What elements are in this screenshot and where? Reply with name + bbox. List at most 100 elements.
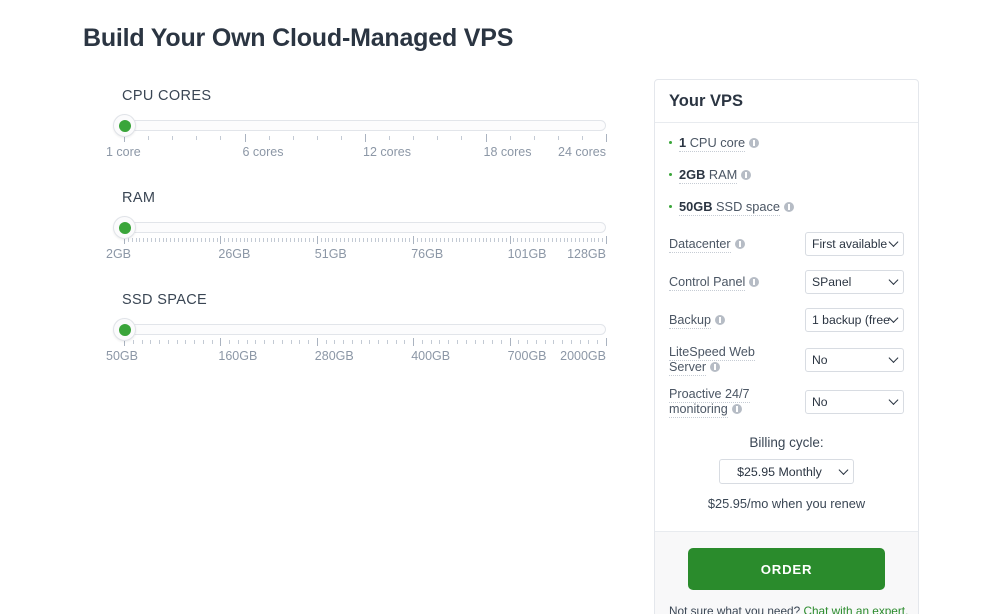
slider-tick-minor	[196, 136, 198, 140]
slider-tick-minor	[461, 136, 463, 140]
slider-tick-minor	[517, 238, 519, 242]
slider-tick-minor	[132, 340, 134, 344]
slider-tick-minor	[490, 238, 492, 242]
info-icon[interactable]	[749, 138, 760, 148]
slider-track-rail[interactable]	[120, 324, 606, 335]
select-litespeed[interactable]: No	[805, 348, 904, 372]
slider-tick-major	[365, 134, 366, 142]
slider-tick-label: 128GB	[567, 247, 606, 261]
slider-tick-minor	[474, 340, 476, 344]
select-datacenter[interactable]: First available	[805, 232, 904, 256]
slider-handle-ssd-space[interactable]	[113, 318, 136, 341]
slider-tick-minor	[177, 238, 179, 242]
spec-unit-cpu: CPU core	[689, 135, 746, 150]
slider-tick-minor	[409, 238, 411, 242]
slider-tick-minor	[255, 340, 257, 344]
slider-track-cpu-cores[interactable]: 1 core 6 cores 12 cores 18 cores 24 cores	[106, 114, 607, 159]
slider-label-cpu-cores: CPU CORES	[122, 88, 212, 104]
slider-tick-minor	[264, 340, 266, 344]
info-icon[interactable]	[741, 170, 752, 180]
slider-tick-minor	[432, 238, 434, 242]
info-icon[interactable]	[734, 238, 745, 249]
info-icon[interactable]	[731, 404, 742, 414]
slider-tick-minor	[417, 238, 419, 242]
select-monitoring[interactable]: No	[805, 390, 904, 414]
option-row-backup: Backup 1 backup (free	[669, 307, 904, 333]
slider-tick-minor	[185, 340, 187, 344]
slider-tick-minor	[147, 238, 149, 242]
slider-tick-minor	[158, 238, 160, 242]
option-label-text: Control Panel	[669, 274, 746, 291]
slider-tick-label: 18 cores	[483, 145, 532, 159]
slider-tick-minor	[235, 238, 237, 242]
slider-tick-minor	[369, 340, 371, 344]
slider-tick-minor	[282, 238, 284, 242]
slider-tick-minor	[579, 340, 581, 344]
slider-block-ram: RAM 2GB 26GB 51GB 76GB 101GB 128GB	[106, 190, 607, 261]
slider-tick-minor	[420, 238, 422, 242]
slider-tick-minor	[575, 238, 577, 242]
slider-tick-minor	[424, 238, 426, 242]
slider-tick-major	[244, 134, 246, 142]
slider-track-ssd-space[interactable]: 50GB 160GB 280GB 400GB 700GB 2000GB	[106, 318, 607, 363]
slider-track-ram[interactable]: 2GB 26GB 51GB 76GB 101GB 128GB	[106, 216, 607, 261]
info-icon[interactable]	[715, 314, 726, 325]
info-icon[interactable]	[710, 362, 721, 372]
slider-tick-minor	[455, 238, 457, 242]
slider-tick-minor	[570, 340, 572, 344]
select-value-control-panel: SPanel	[812, 275, 852, 289]
slider-tick-minor	[202, 340, 204, 344]
slider-tick-minor	[159, 340, 161, 344]
slider-tick-minor	[229, 340, 231, 344]
select-control-panel[interactable]: SPanel	[805, 270, 904, 294]
slider-tick-minor	[201, 238, 203, 242]
slider-tick-minor	[444, 238, 446, 242]
slider-tick-major	[606, 338, 607, 346]
slider-tick-minor	[289, 238, 291, 242]
slider-tick-minor	[588, 340, 590, 344]
slider-tick-minor	[363, 238, 365, 242]
spec-item-ssd: 50GB SSD space	[669, 199, 904, 216]
order-button[interactable]: ORDER	[688, 548, 885, 590]
slider-tick-minor	[262, 238, 264, 242]
slider-tick-label: 400GB	[411, 349, 451, 363]
select-backup[interactable]: 1 backup (free	[805, 308, 904, 332]
slider-tick-minor	[378, 340, 380, 344]
slider-handle-ram[interactable]	[113, 216, 136, 239]
slider-tick-minor	[193, 238, 195, 242]
slider-tick-minor	[150, 340, 152, 344]
slider-tick-label: 280GB	[314, 349, 354, 363]
slider-tick-minor	[143, 238, 145, 242]
slider-tick-minor	[401, 238, 403, 242]
slider-tick-minor	[172, 136, 174, 140]
panel-title: Your VPS	[669, 92, 743, 110]
slider-tick-minor	[309, 238, 311, 242]
slider-track-rail[interactable]	[120, 120, 606, 131]
slider-tick-minor	[216, 238, 218, 242]
select-billing-cycle[interactable]: $25.95 Monthly	[719, 459, 854, 484]
chat-with-expert-link[interactable]: Chat with an expert.	[803, 604, 908, 614]
slider-tick-minor	[131, 238, 133, 242]
billing-section: Billing cycle: $25.95 Monthly $25.95/mo …	[669, 429, 904, 521]
slider-tick-label: 51GB	[314, 247, 347, 261]
slider-tick-label: 2GB	[106, 247, 132, 261]
slider-track-rail[interactable]	[120, 222, 606, 233]
info-icon[interactable]	[784, 202, 795, 212]
slider-tick-minor	[255, 238, 257, 242]
slider-tick-minor	[597, 340, 599, 344]
slider-handle-cpu-cores[interactable]	[113, 114, 136, 137]
slider-tick-label: 12 cores	[363, 145, 411, 159]
slider-tick-minor	[459, 238, 461, 242]
spec-value-ssd: 50GB	[679, 199, 713, 214]
slider-tick-minor	[340, 136, 342, 140]
slider-block-cpu-cores: CPU CORES 1 core 6 cores 12 cores 18 cores 2…	[106, 88, 607, 159]
slider-tick-major	[413, 338, 415, 346]
spec-unit-ram: RAM	[708, 167, 738, 182]
slider-tick-minor	[390, 238, 392, 242]
info-icon[interactable]	[749, 276, 760, 287]
slider-tick-minor	[251, 238, 253, 242]
slider-tick-minor	[220, 136, 222, 140]
slider-tick-minor	[374, 238, 376, 242]
billing-cycle-label: Billing cycle:	[749, 435, 824, 450]
slider-label-ssd-space: SSD SPACE	[122, 292, 208, 308]
